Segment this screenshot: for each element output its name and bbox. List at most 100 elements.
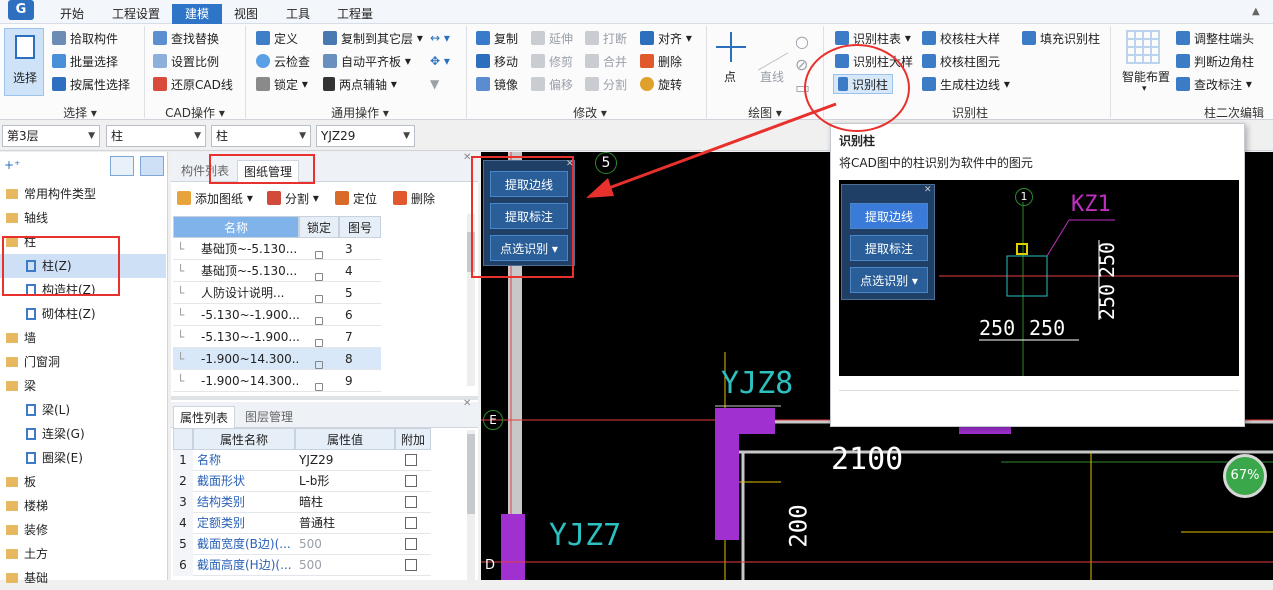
point-draw-icon[interactable] [716, 32, 746, 62]
col-header-prop-name[interactable]: 属性名称 [193, 428, 295, 450]
tree-item[interactable]: 轴线 [6, 206, 166, 230]
tree-item[interactable]: 楼梯 [6, 494, 166, 518]
scrollbar[interactable] [467, 430, 475, 580]
tree-item[interactable]: 梁 [6, 374, 166, 398]
tab-tools[interactable]: 工具 [278, 4, 318, 24]
select-by-attr-button[interactable]: 按属性选择 [52, 74, 130, 94]
tree-item[interactable]: 连梁(G) [0, 422, 166, 446]
table-row[interactable]: └ -1.900~14.300... 9 [173, 370, 381, 392]
line-draw-icon[interactable] [758, 23, 788, 71]
tree-item[interactable]: 装修 [6, 518, 166, 542]
edit-label-button[interactable]: 查改标注 ▾ [1176, 74, 1252, 94]
copy-to-floor-button[interactable]: 复制到其它层 ▾ [323, 28, 423, 48]
property-value[interactable]: 500 [299, 555, 322, 576]
tree-item[interactable]: 墙 [6, 326, 166, 350]
mirror-button[interactable]: 镜像 [476, 74, 518, 94]
table-row[interactable]: └ 人防设计说明... 5 [173, 282, 381, 304]
tree-item[interactable]: 板 [6, 470, 166, 494]
pick-component-button[interactable]: 拾取构件 [52, 28, 118, 48]
delete-button[interactable]: 删除 [640, 51, 682, 71]
tree-item[interactable]: 土方 [6, 542, 166, 566]
offset-button[interactable]: 偏移 [531, 74, 573, 94]
property-value[interactable]: YJZ29 [299, 450, 333, 471]
property-value[interactable]: 500 [299, 534, 322, 555]
grid-view-icon[interactable] [140, 156, 164, 176]
app-logo-icon[interactable]: G [8, 0, 34, 20]
table-row[interactable]: └ -5.130~-1.900... 6 [173, 304, 381, 326]
filter-icon[interactable]: ▼ [430, 74, 439, 94]
table-row[interactable]: └ -5.130~-1.900... 7 [173, 326, 381, 348]
property-row[interactable]: 1 名称 YJZ29 [173, 450, 431, 471]
group-cad-label[interactable]: CAD操作 ▾ [150, 104, 240, 121]
tree-item[interactable]: 砌体柱(Z) [0, 302, 166, 326]
define-button[interactable]: 定义 [256, 28, 298, 48]
extra-checkbox[interactable] [405, 513, 417, 534]
property-value[interactable]: L-b形 [299, 471, 329, 492]
auto-align-slab-button[interactable]: 自动平齐板 ▾ [323, 51, 411, 71]
restore-cad-button[interactable]: 还原CAD线 [153, 74, 233, 94]
tab-modeling[interactable]: 建模 [172, 4, 222, 24]
col-header-prop-value[interactable]: 属性值 [295, 428, 395, 450]
trim-button[interactable]: 修剪 [531, 51, 573, 71]
delete-drawing-button[interactable]: 删除 [393, 188, 435, 208]
align-button[interactable]: 对齐 ▾ [640, 28, 692, 48]
set-scale-button[interactable]: 设置比例 [153, 51, 219, 71]
tab-project-settings[interactable]: 工程设置 [104, 4, 168, 24]
progress-indicator[interactable]: 67% [1223, 454, 1267, 498]
property-row[interactable]: 3 结构类别 暗柱 [173, 492, 431, 513]
lock-icon[interactable] [315, 374, 323, 396]
group-select-label[interactable]: 选择 ▾ [30, 104, 130, 121]
rotate-button[interactable]: 旋转 [640, 74, 682, 94]
lock-button[interactable]: 锁定 ▾ [256, 74, 308, 94]
group-common-label[interactable]: 通用操作 ▾ [300, 104, 420, 121]
select-button[interactable]: 选择 [4, 28, 44, 96]
break-button[interactable]: 打断 [585, 28, 627, 48]
property-value[interactable]: 普通柱 [299, 513, 335, 534]
table-row[interactable]: └ 基础顶~-5.130... 3 [173, 238, 381, 260]
add-drawing-button[interactable]: 添加图纸 ▾ [177, 188, 253, 208]
tab-start[interactable]: 开始 [52, 4, 92, 24]
move-button[interactable]: 移动 [476, 51, 518, 71]
tree-item[interactable]: 门窗洞 [6, 350, 166, 374]
fill-identify-column-button[interactable]: 填充识别柱 [1022, 28, 1100, 48]
type-select[interactable]: 柱 ▼ [211, 125, 311, 147]
find-replace-button[interactable]: 查找替换 [153, 28, 219, 48]
list-view-icon[interactable] [110, 156, 134, 176]
property-row[interactable]: 6 截面高度(H边)(... 500 [173, 555, 431, 576]
extra-checkbox[interactable] [405, 555, 417, 576]
judge-corner-column-button[interactable]: 判断边角柱 [1176, 51, 1254, 71]
generate-column-edge-button[interactable]: 生成柱边线 ▾ [922, 74, 1010, 94]
floor-select[interactable]: 第3层 ▼ [2, 125, 100, 147]
smart-layout-dropdown-icon[interactable]: ▾ [1142, 84, 1147, 94]
extra-checkbox[interactable] [405, 471, 417, 492]
tab-layer-manager[interactable]: 图层管理 [239, 406, 299, 428]
cloud-check-button[interactable]: 云检查 [256, 51, 310, 71]
merge-button[interactable]: 合并 [585, 51, 627, 71]
table-row[interactable]: └ 基础顶~-5.130... 4 [173, 260, 381, 282]
locate-button[interactable]: 定位 [335, 188, 377, 208]
splitter[interactable] [171, 396, 478, 400]
tree-item[interactable]: 圈梁(E) [0, 446, 166, 470]
tab-quantity[interactable]: 工程量 [330, 4, 380, 24]
category-select[interactable]: 柱 ▼ [106, 125, 206, 147]
property-row[interactable]: 4 定额类别 普通柱 [173, 513, 431, 534]
extra-checkbox[interactable] [405, 450, 417, 471]
close-icon[interactable]: ✕ [463, 398, 471, 409]
copy-button[interactable]: 复制 [476, 28, 518, 48]
split-button[interactable]: 分割 [585, 74, 627, 94]
collapse-ribbon-icon[interactable]: ▲ [1252, 6, 1260, 17]
batch-select-button[interactable]: 批量选择 [52, 51, 118, 71]
extend-button[interactable]: 延伸 [531, 28, 573, 48]
two-point-axis-button[interactable]: 两点辅轴 ▾ [323, 74, 397, 94]
split-drawing-button[interactable]: 分割 ▾ [267, 188, 319, 208]
property-row[interactable]: 5 截面宽度(B边)(... 500 [173, 534, 431, 555]
col-header-lock[interactable]: 锁定 [299, 216, 339, 238]
tab-view[interactable]: 视图 [226, 4, 266, 24]
tree-item[interactable]: 基础 [6, 566, 166, 590]
tree-item[interactable]: 常用构件类型 [6, 182, 166, 206]
col-header-extra[interactable]: 附加 [395, 428, 431, 450]
check-column-detail-button[interactable]: 校核柱大样 [922, 28, 1000, 48]
col-header-name[interactable]: 名称 [173, 216, 299, 238]
tab-property-list[interactable]: 属性列表 [173, 406, 236, 428]
property-row[interactable]: 2 截面形状 L-b形 [173, 471, 431, 492]
